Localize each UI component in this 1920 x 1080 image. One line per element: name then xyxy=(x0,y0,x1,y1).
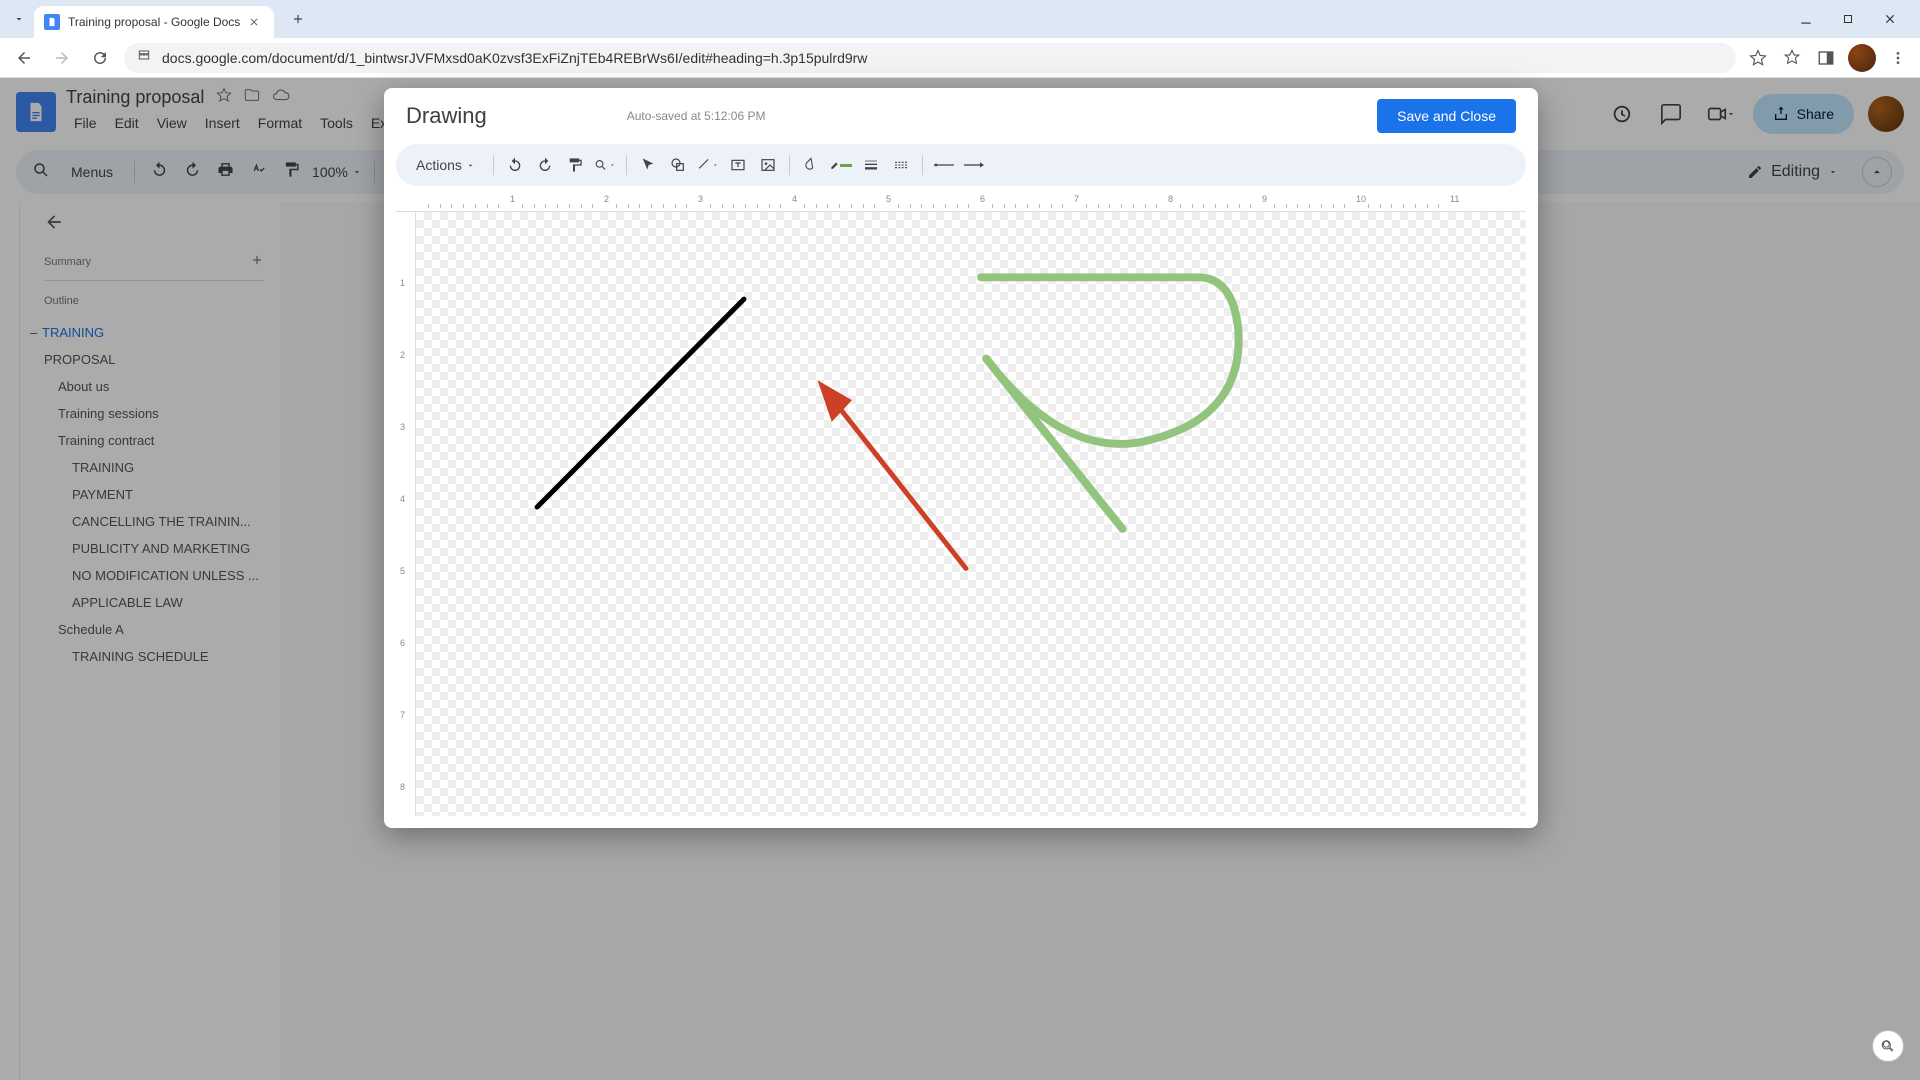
bookmark-star-icon[interactable] xyxy=(1746,46,1770,70)
drawing-toolbar: Actions xyxy=(396,144,1526,186)
browser-tab[interactable]: Training proposal - Google Docs xyxy=(34,6,274,38)
tab-title: Training proposal - Google Docs xyxy=(68,15,240,29)
horizontal-ruler: 1234567891011 xyxy=(396,192,1526,212)
browser-menu-icon[interactable] xyxy=(1886,46,1910,70)
red-arrow-shape[interactable] xyxy=(818,380,966,568)
zoom-icon[interactable] xyxy=(594,154,616,176)
border-dash-icon[interactable] xyxy=(890,154,912,176)
reload-button[interactable] xyxy=(86,44,114,72)
canvas-vertical-ruler: 12345678 xyxy=(396,212,416,816)
browser-address-bar: docs.google.com/document/d/1_bintwsrJVFM… xyxy=(0,38,1920,78)
explore-button[interactable] xyxy=(1872,1030,1904,1062)
modal-title: Drawing xyxy=(406,103,487,129)
image-tool-icon[interactable] xyxy=(757,154,779,176)
line-end-icon[interactable] xyxy=(963,154,985,176)
black-line-shape[interactable] xyxy=(537,299,744,507)
docs-favicon-icon xyxy=(44,14,60,30)
profile-avatar[interactable] xyxy=(1848,44,1876,72)
shape-tool-icon[interactable] xyxy=(667,154,689,176)
fill-color-icon[interactable] xyxy=(800,154,822,176)
autosave-status: Auto-saved at 5:12:06 PM xyxy=(627,109,766,123)
drawing-modal: Drawing Auto-saved at 5:12:06 PM Save an… xyxy=(384,88,1538,828)
line-tool-icon[interactable] xyxy=(697,154,719,176)
paint-format-icon[interactable] xyxy=(564,154,586,176)
minimize-window-icon[interactable] xyxy=(1794,7,1818,31)
new-tab-button[interactable] xyxy=(284,5,312,33)
tabs-dropdown[interactable] xyxy=(8,8,30,30)
url-text: docs.google.com/document/d/1_bintwsrJVFM… xyxy=(162,50,867,66)
back-button[interactable] xyxy=(10,44,38,72)
green-scribble-shape[interactable] xyxy=(981,277,1239,529)
browser-tab-strip: Training proposal - Google Docs xyxy=(0,0,1920,38)
undo-icon[interactable] xyxy=(504,154,526,176)
url-field[interactable]: docs.google.com/document/d/1_bintwsrJVFM… xyxy=(124,43,1736,73)
line-start-icon[interactable] xyxy=(933,154,955,176)
textbox-tool-icon[interactable] xyxy=(727,154,749,176)
maximize-window-icon[interactable] xyxy=(1836,7,1860,31)
drawing-canvas[interactable] xyxy=(416,212,1526,816)
select-tool-icon[interactable] xyxy=(637,154,659,176)
extensions-icon[interactable] xyxy=(1780,46,1804,70)
save-and-close-button[interactable]: Save and Close xyxy=(1377,99,1516,133)
forward-button[interactable] xyxy=(48,44,76,72)
close-tab-icon[interactable] xyxy=(248,15,262,29)
site-info-icon[interactable] xyxy=(136,47,152,68)
panel-icon[interactable] xyxy=(1814,46,1838,70)
actions-menu[interactable]: Actions xyxy=(408,153,483,177)
border-weight-icon[interactable] xyxy=(860,154,882,176)
redo-icon[interactable] xyxy=(534,154,556,176)
border-color-icon[interactable] xyxy=(830,154,852,176)
close-window-icon[interactable] xyxy=(1878,7,1902,31)
